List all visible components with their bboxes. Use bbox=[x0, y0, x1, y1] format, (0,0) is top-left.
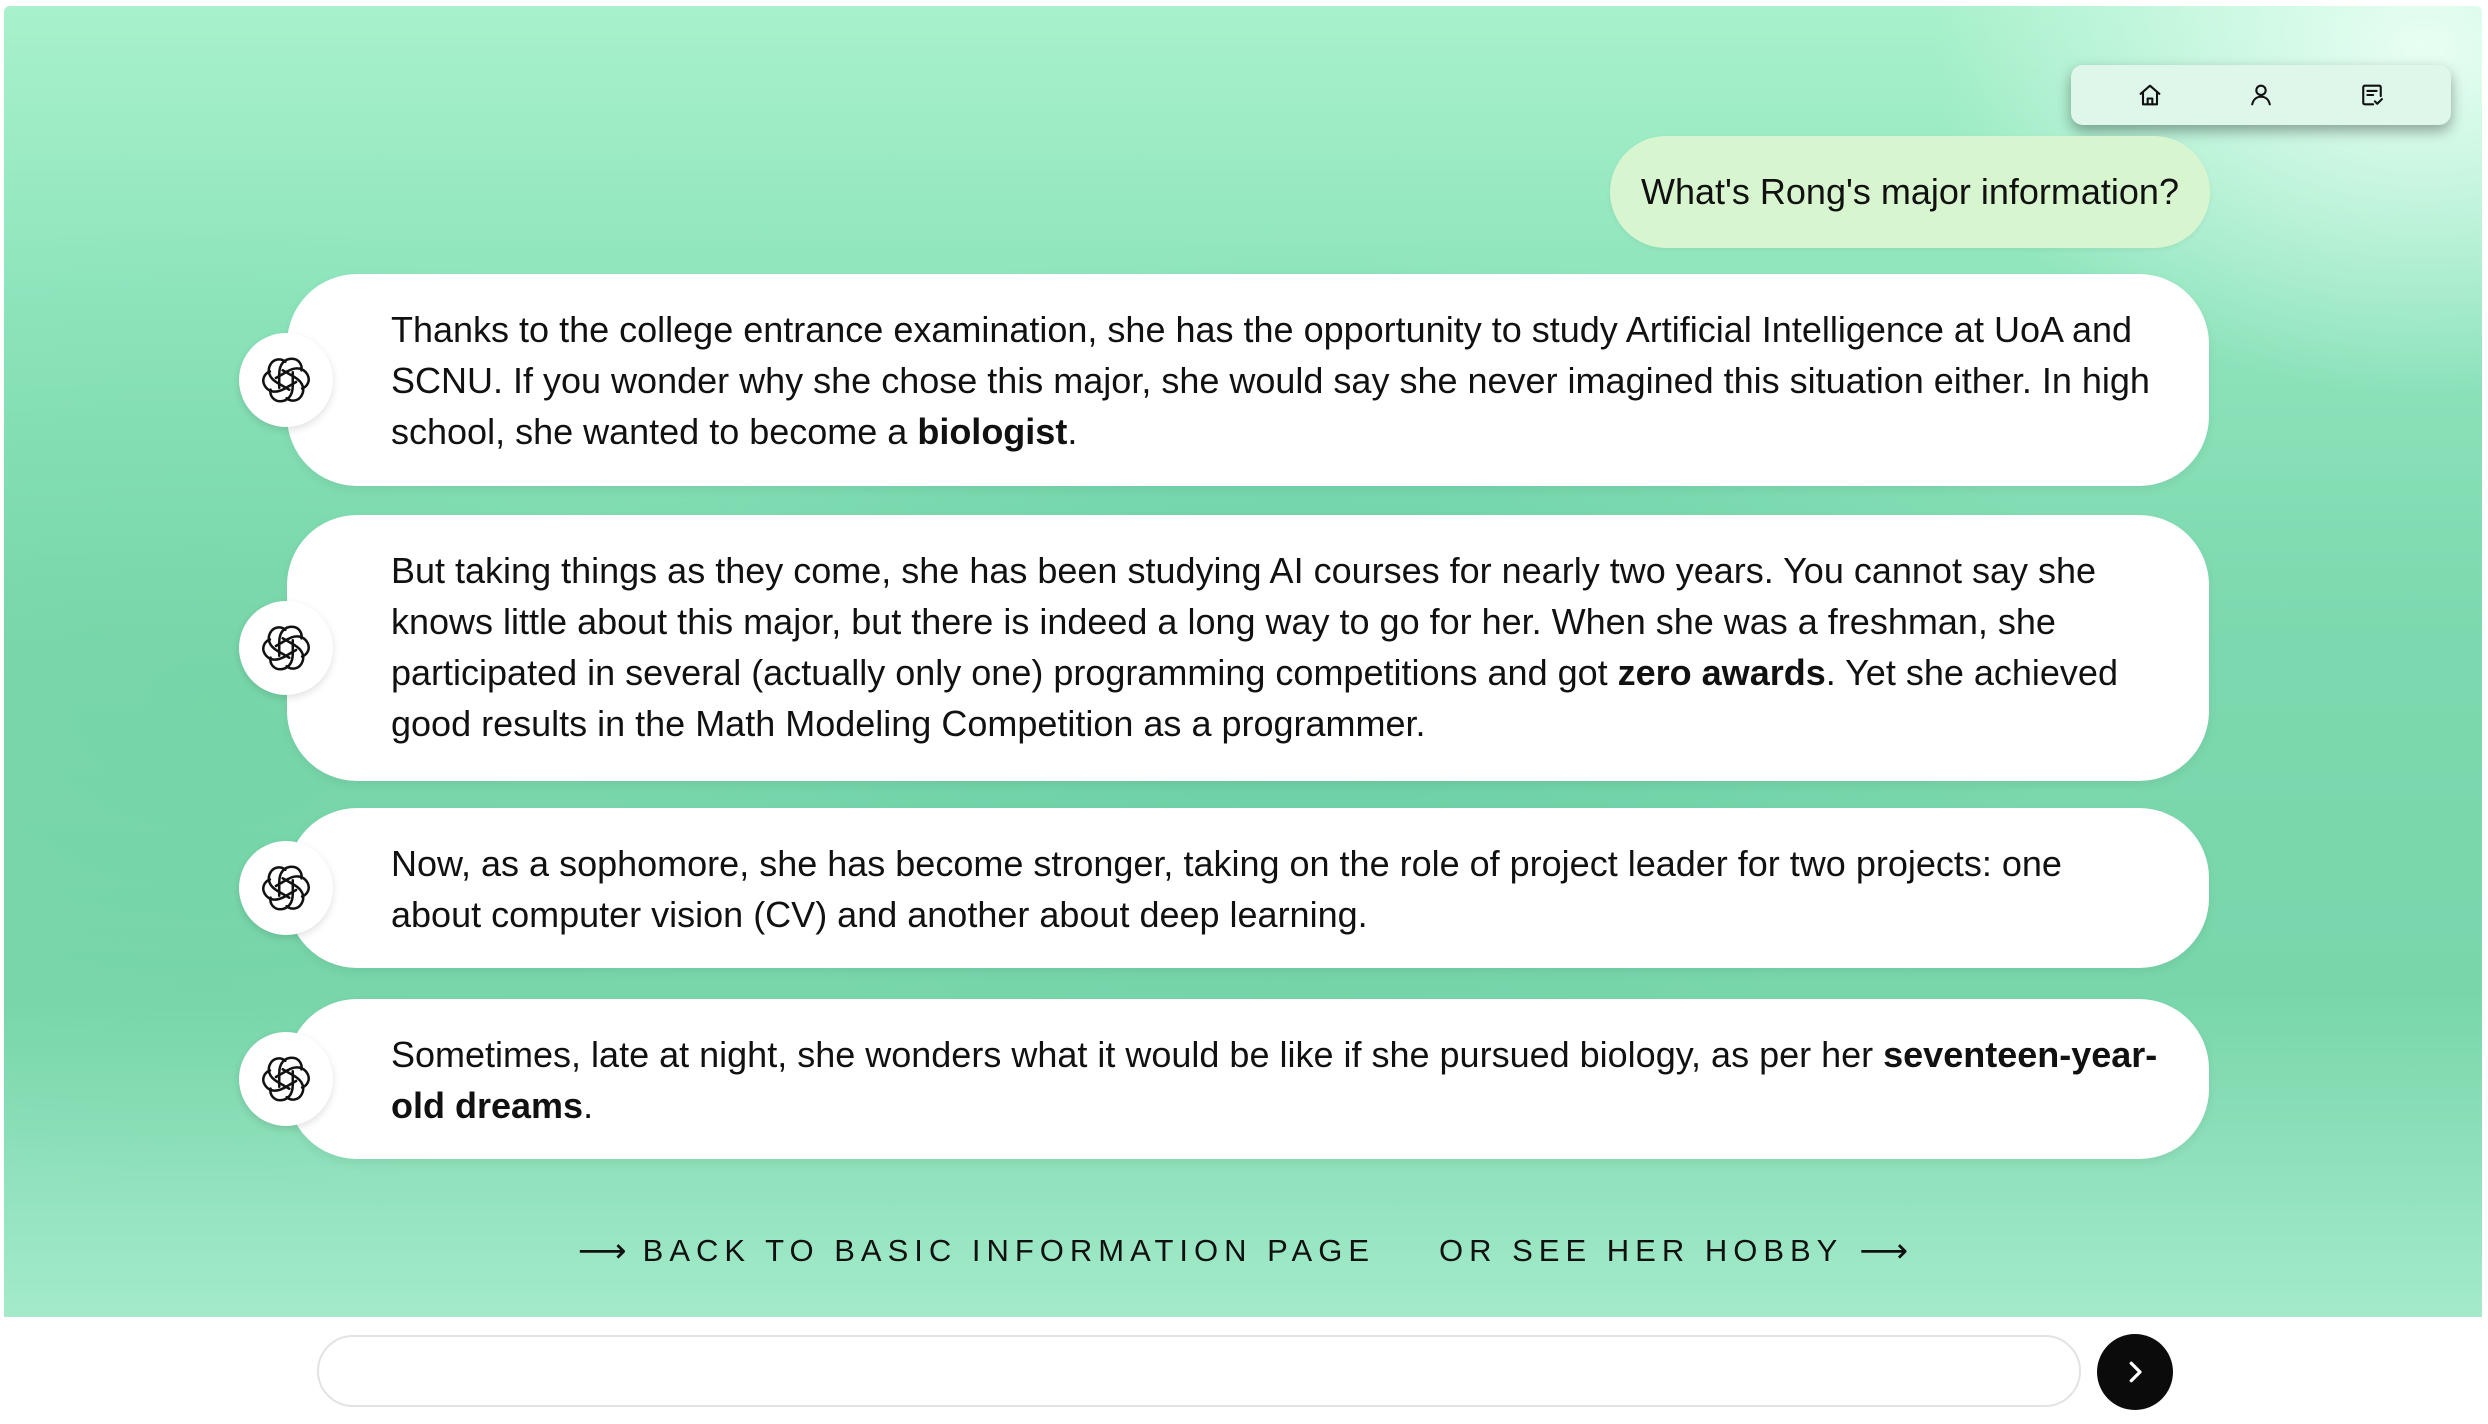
see-hobby-link[interactable]: OR SEE HER HOBBY ⟶ bbox=[1439, 1231, 1908, 1271]
assistant-message: But taking things as they come, she has … bbox=[239, 515, 2209, 781]
assistant-avatar bbox=[239, 841, 333, 935]
chevron-right-icon bbox=[2129, 1361, 2142, 1383]
home-icon bbox=[2139, 84, 2161, 106]
nav-profile-button[interactable] bbox=[2239, 73, 2283, 117]
bottom-navigation-links: ⟶ BACK TO BASIC INFORMATION PAGE OR SEE … bbox=[4, 1231, 2482, 1271]
right-arrow-icon: ⟶ bbox=[577, 1232, 627, 1270]
message-bubble: Thanks to the college entrance examinati… bbox=[287, 274, 2209, 486]
chat-input[interactable] bbox=[317, 1335, 2081, 1407]
hobby-link-label: OR SEE HER HOBBY bbox=[1439, 1233, 1844, 1268]
back-link-label: BACK TO BASIC INFORMATION PAGE bbox=[642, 1233, 1375, 1268]
back-to-basic-info-link[interactable]: ⟶ BACK TO BASIC INFORMATION PAGE bbox=[578, 1231, 1375, 1271]
right-arrow-icon: ⟶ bbox=[1859, 1232, 1909, 1270]
message-text: Sometimes, late at night, she wonders wh… bbox=[391, 1034, 2158, 1126]
assistant-avatar bbox=[239, 601, 333, 695]
user-question-text: What's Rong's major information? bbox=[1641, 171, 2179, 212]
chatgpt-logo-icon bbox=[262, 357, 310, 403]
send-button[interactable] bbox=[2097, 1334, 2173, 1410]
message-bubble: Now, as a sophomore, she has become stro… bbox=[287, 808, 2209, 968]
chatgpt-logo-icon bbox=[262, 865, 310, 911]
notes-icon bbox=[2361, 84, 2383, 106]
page-background: What's Rong's major information? Thanks … bbox=[4, 6, 2482, 1418]
user-question-bubble: What's Rong's major information? bbox=[1610, 136, 2210, 248]
chatgpt-logo-icon bbox=[262, 625, 310, 671]
nav-home-button[interactable] bbox=[2128, 73, 2172, 117]
message-text: Thanks to the college entrance examinati… bbox=[391, 309, 2150, 452]
message-bubble: Sometimes, late at night, she wonders wh… bbox=[287, 999, 2209, 1159]
message-text: Now, as a sophomore, she has become stro… bbox=[391, 843, 2062, 935]
top-nav bbox=[2071, 65, 2451, 125]
nav-notes-button[interactable] bbox=[2350, 73, 2394, 117]
assistant-message: Sometimes, late at night, she wonders wh… bbox=[239, 999, 2209, 1159]
assistant-avatar bbox=[239, 333, 333, 427]
message-bubble: But taking things as they come, she has … bbox=[287, 515, 2209, 781]
user-icon bbox=[2251, 84, 2271, 106]
chat-input-bar bbox=[4, 1317, 2482, 1418]
assistant-message: Thanks to the college entrance examinati… bbox=[239, 274, 2209, 486]
assistant-message: Now, as a sophomore, she has become stro… bbox=[239, 808, 2209, 968]
chatgpt-logo-icon bbox=[262, 1056, 310, 1102]
message-text: But taking things as they come, she has … bbox=[391, 550, 2118, 744]
assistant-avatar bbox=[239, 1032, 333, 1126]
